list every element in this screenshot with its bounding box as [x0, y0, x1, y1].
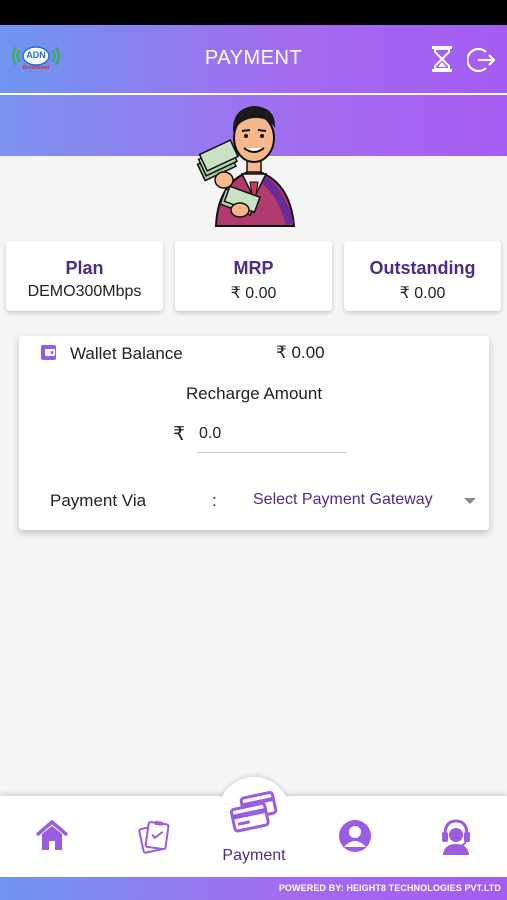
wallet-balance-amount: ₹ 0.00: [276, 343, 325, 362]
hourglass-icon[interactable]: [430, 45, 454, 73]
wallet-balance-label: Wallet Balance: [70, 344, 183, 363]
nav-support[interactable]: [438, 816, 474, 856]
mrp-card: MRP ₹ 0.00: [175, 241, 332, 311]
man-with-money-illustration: [196, 98, 312, 228]
nav-home[interactable]: [34, 818, 70, 854]
outstanding-value: ₹ 0.00: [399, 285, 446, 302]
status-bar: [0, 0, 507, 25]
nav-profile[interactable]: [337, 818, 373, 854]
mrp-title: MRP: [233, 258, 274, 278]
clipboard-icon: [138, 820, 170, 854]
outstanding-card: Outstanding ₹ 0.00: [344, 241, 501, 311]
payment-cards-icon: [229, 791, 278, 833]
payment-via-label: Payment Via: [50, 491, 147, 510]
chevron-down-icon: [464, 498, 476, 504]
nav-payment[interactable]: Payment: [218, 784, 290, 868]
profile-icon: [339, 820, 371, 852]
home-icon: [35, 820, 69, 850]
rupee-symbol: ₹: [173, 424, 186, 445]
nav-bills[interactable]: [136, 818, 172, 854]
powered-by-text: POWERED BY: HEIGHT8 TECHNOLOGIES PVT.LTD: [278, 883, 501, 893]
plan-title: Plan: [65, 258, 104, 278]
mrp-value: ₹ 0.00: [230, 285, 277, 302]
payment-gateway-selected: Select Payment Gateway: [253, 491, 433, 508]
support-headset-icon: [442, 819, 470, 855]
nav-payment-label: Payment: [222, 847, 286, 864]
footer-bar: POWERED BY: HEIGHT8 TECHNOLOGIES PVT.LTD: [0, 877, 507, 900]
app-header: ADN Broadband PAYMENT: [0, 25, 507, 93]
plan-card: Plan DEMO300Mbps: [6, 241, 163, 311]
recharge-card: Wallet Balance ₹ 0.00 Recharge Amount ₹ …: [19, 336, 489, 530]
recharge-amount-label: Recharge Amount: [185, 384, 323, 403]
logout-icon[interactable]: [466, 46, 496, 74]
payment-via-separator: :: [212, 491, 217, 510]
recharge-amount-input[interactable]: [197, 416, 346, 453]
wallet-icon: [40, 344, 57, 361]
plan-value: DEMO300Mbps: [27, 283, 142, 300]
outstanding-title: Outstanding: [369, 258, 476, 278]
payment-gateway-dropdown[interactable]: Select Payment Gateway: [253, 486, 483, 514]
